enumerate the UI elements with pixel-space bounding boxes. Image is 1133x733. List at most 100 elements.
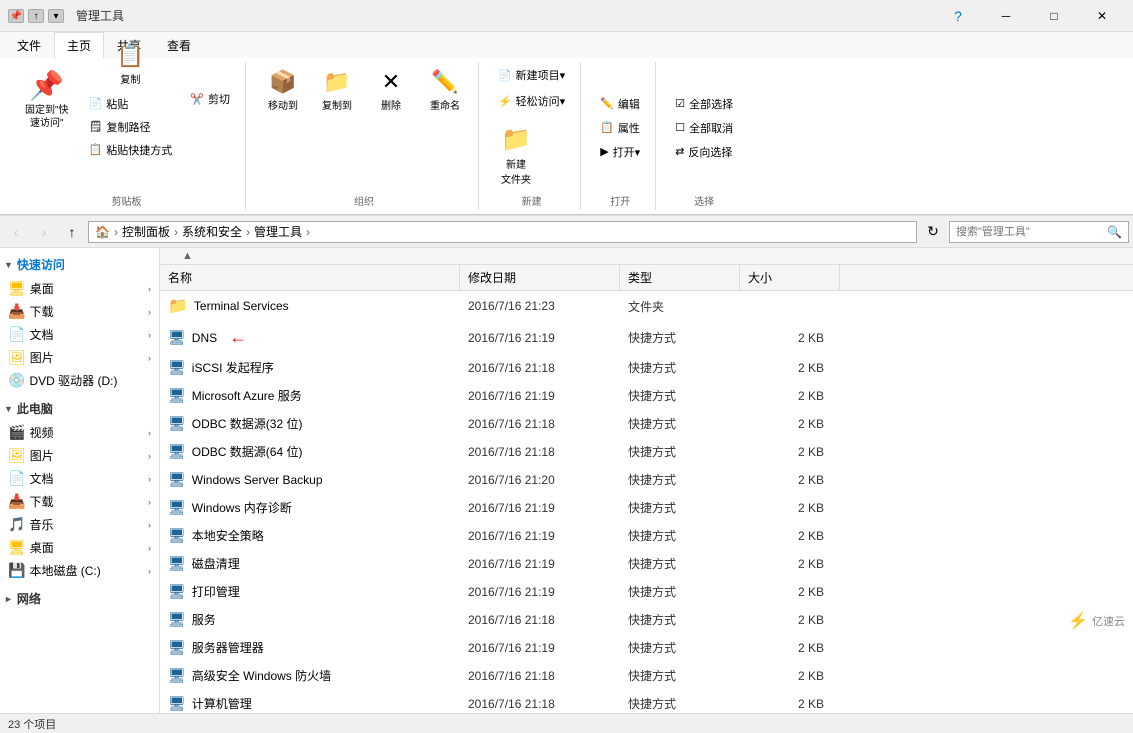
up-button[interactable]: ↑ — [60, 220, 84, 244]
copy-path-button[interactable]: 🗒 复制路径 — [82, 116, 180, 138]
table-row[interactable]: 🖥 服务器管理器 2016/7/16 21:19 快捷方式 2 KB — [160, 634, 1133, 662]
col-header-date[interactable]: 修改日期 — [460, 265, 620, 290]
new-folder-button[interactable]: 📁 新建文件夹 — [491, 120, 541, 191]
cell-size: 2 KB — [740, 329, 840, 347]
pin-button[interactable]: 📌 固定到"快速访问" — [16, 64, 78, 134]
cell-size: 2 KB — [740, 555, 840, 573]
cell-date: 2016/7/16 21:18 — [460, 611, 620, 629]
cell-date: 2016/7/16 21:18 — [460, 359, 620, 377]
close-button[interactable]: ✕ — [1079, 2, 1125, 30]
col-header-size[interactable]: 大小 — [740, 265, 840, 290]
quick-access-header[interactable]: ▼ 快速访问 — [0, 252, 159, 277]
cell-name: 🖥 Windows Server Backup — [160, 469, 460, 490]
sidebar-item-dvd[interactable]: 💿 DVD 驱动器 (D:) — [0, 369, 159, 392]
pc-docs-label: 文档 — [29, 470, 53, 487]
sidebar-item-pc-desktop[interactable]: 🖥 桌面 › — [0, 536, 159, 559]
sidebar-item-desktop[interactable]: 🖥 桌面 › — [0, 277, 159, 300]
search-input[interactable] — [956, 226, 1103, 238]
open-button[interactable]: ▶ 打开▾ — [593, 141, 647, 163]
music-icon: 🎵 — [8, 516, 25, 533]
path-system-security[interactable]: 系统和安全 — [182, 223, 242, 240]
sidebar-item-music[interactable]: 🎵 音乐 › — [0, 513, 159, 536]
cell-type: 快捷方式 — [620, 693, 740, 713]
table-row[interactable]: 🖥 本地安全策略 2016/7/16 21:19 快捷方式 2 KB — [160, 522, 1133, 550]
table-row[interactable]: 🖥 iSCSI 发起程序 2016/7/16 21:18 快捷方式 2 KB — [160, 354, 1133, 382]
properties-button[interactable]: 📋 属性 — [593, 117, 647, 139]
file-name: DNS — [192, 331, 217, 345]
pictures-icon: 🖼 — [8, 349, 26, 366]
delete-button[interactable]: ✕ 删除 — [366, 64, 416, 117]
easy-access-button[interactable]: ⚡ 轻松访问▾ — [491, 90, 572, 112]
table-row[interactable]: 🖥 Windows 内存诊断 2016/7/16 21:19 快捷方式 2 KB — [160, 494, 1133, 522]
refresh-button[interactable]: ↻ — [921, 220, 945, 244]
copy-to-icon: 📁 — [323, 69, 350, 95]
dvd-label: DVD 驱动器 (D:) — [29, 372, 117, 389]
new-item-button[interactable]: 📄 新建项目▾ — [491, 64, 572, 86]
desktop-arrow: › — [148, 284, 151, 294]
download-arrow: › — [148, 307, 151, 317]
sidebar-item-local-disk[interactable]: 💾 本地磁盘 (C:) › — [0, 559, 159, 582]
pc-pictures-arrow: › — [148, 451, 151, 461]
move-button[interactable]: 📦 移动到 — [258, 64, 308, 117]
table-row[interactable]: 🖥 Windows Server Backup 2016/7/16 21:20 … — [160, 466, 1133, 494]
table-row[interactable]: 📁 Terminal Services 2016/7/16 21:23 文件夹 — [160, 291, 1133, 322]
table-row[interactable]: 🖥 磁盘清理 2016/7/16 21:19 快捷方式 2 KB — [160, 550, 1133, 578]
file-name: ODBC 数据源(64 位) — [192, 443, 303, 460]
clipboard-sub: 📋 复制 📄 粘贴 🗒 复制路径 📋 — [82, 64, 180, 134]
cell-date: 2016/7/16 21:19 — [460, 499, 620, 517]
sidebar-item-pictures[interactable]: 🖼 图片 › — [0, 346, 159, 369]
cut-button[interactable]: ✂️ 剪切 — [183, 88, 237, 110]
shortcut-icon: 🖥 — [168, 443, 186, 460]
table-row[interactable]: 🖥 计算机管理 2016/7/16 21:18 快捷方式 2 KB — [160, 690, 1133, 713]
select-none-button[interactable]: ☐ 全部取消 — [668, 117, 740, 139]
table-row[interactable]: 🖥 打印管理 2016/7/16 21:19 快捷方式 2 KB — [160, 578, 1133, 606]
select-all-button[interactable]: ☑ 全部选择 — [668, 93, 740, 115]
path-admin-tools[interactable]: 管理工具 — [254, 223, 302, 240]
table-row[interactable]: 🖥 ODBC 数据源(32 位) 2016/7/16 21:18 快捷方式 2 … — [160, 410, 1133, 438]
cell-name: 🖥 本地安全策略 — [160, 525, 460, 546]
table-row[interactable]: 🖥 ODBC 数据源(64 位) 2016/7/16 21:18 快捷方式 2 … — [160, 438, 1133, 466]
cell-date: 2016/7/16 21:20 — [460, 471, 620, 489]
col-header-type[interactable]: 类型 — [620, 265, 740, 290]
help-button[interactable]: ? — [935, 2, 981, 30]
cell-type: 快捷方式 — [620, 441, 740, 462]
this-pc-header[interactable]: ▼ 此电脑 — [0, 396, 159, 421]
properties-icon: 📋 — [600, 121, 614, 134]
file-name: 服务 — [192, 611, 216, 628]
cell-size: 2 KB — [740, 667, 840, 685]
sidebar-item-pc-download[interactable]: 📥 下载 › — [0, 490, 159, 513]
sidebar-item-pc-docs[interactable]: 📄 文档 › — [0, 467, 159, 490]
sidebar-item-docs[interactable]: 📄 文档 › — [0, 323, 159, 346]
address-path[interactable]: 🏠 › 控制面板 › 系统和安全 › 管理工具 › — [88, 221, 917, 243]
ribbon-group-clipboard: 📌 固定到"快速访问" 📋 复制 📄 粘贴 🗒 — [8, 62, 246, 210]
rename-button[interactable]: ✏️ 重命名 — [420, 64, 470, 117]
copy-button[interactable]: 📋 复制 — [82, 38, 180, 91]
path-control-panel[interactable]: 控制面板 — [122, 223, 170, 240]
search-box[interactable]: 🔍 — [949, 221, 1129, 243]
new-item-icon: 📄 — [498, 69, 512, 82]
network-header[interactable]: ► 网络 — [0, 586, 159, 611]
paste-shortcut-button[interactable]: 📋 粘贴快捷方式 — [82, 139, 180, 161]
sidebar-item-videos[interactable]: 🎬 视频 › — [0, 421, 159, 444]
select-content: ☑ 全部选择 ☐ 全部取消 ⇄ 反向选择 — [668, 64, 740, 191]
cell-name: 🖥 服务 — [160, 609, 460, 630]
table-row[interactable]: 🖥 高级安全 Windows 防火墙 2016/7/16 21:18 快捷方式 … — [160, 662, 1133, 690]
minimize-button[interactable]: ─ — [983, 2, 1029, 30]
ribbon-group-select: ☑ 全部选择 ☐ 全部取消 ⇄ 反向选择 选择 — [660, 62, 748, 210]
back-button[interactable]: ‹ — [4, 220, 28, 244]
copy-to-button[interactable]: 📁 复制到 — [312, 64, 362, 117]
table-row[interactable]: 🖥 Microsoft Azure 服务 2016/7/16 21:19 快捷方… — [160, 382, 1133, 410]
invert-selection-button[interactable]: ⇄ 反向选择 — [668, 141, 739, 163]
table-row[interactable]: 🖥 服务 2016/7/16 21:18 快捷方式 2 KB — [160, 606, 1133, 634]
tab-file[interactable]: 文件 — [4, 32, 54, 58]
forward-button[interactable]: › — [32, 220, 56, 244]
maximize-button[interactable]: □ — [1031, 2, 1077, 30]
edit-button[interactable]: ✏️ 编辑 — [593, 93, 647, 115]
sidebar-item-download[interactable]: 📥 下载 › — [0, 300, 159, 323]
paste-button[interactable]: 📄 粘贴 — [82, 93, 180, 115]
download-label: 下载 — [29, 303, 53, 320]
sidebar: ▼ 快速访问 🖥 桌面 › 📥 下载 › 📄 文档 › 🖼 图片 › 💿 DVD… — [0, 248, 160, 713]
sidebar-item-pc-pictures[interactable]: 🖼 图片 › — [0, 444, 159, 467]
table-row[interactable]: 🖥 DNS ← 2016/7/16 21:19 快捷方式 2 KB — [160, 322, 1133, 354]
col-header-name[interactable]: 名称 — [160, 265, 460, 290]
